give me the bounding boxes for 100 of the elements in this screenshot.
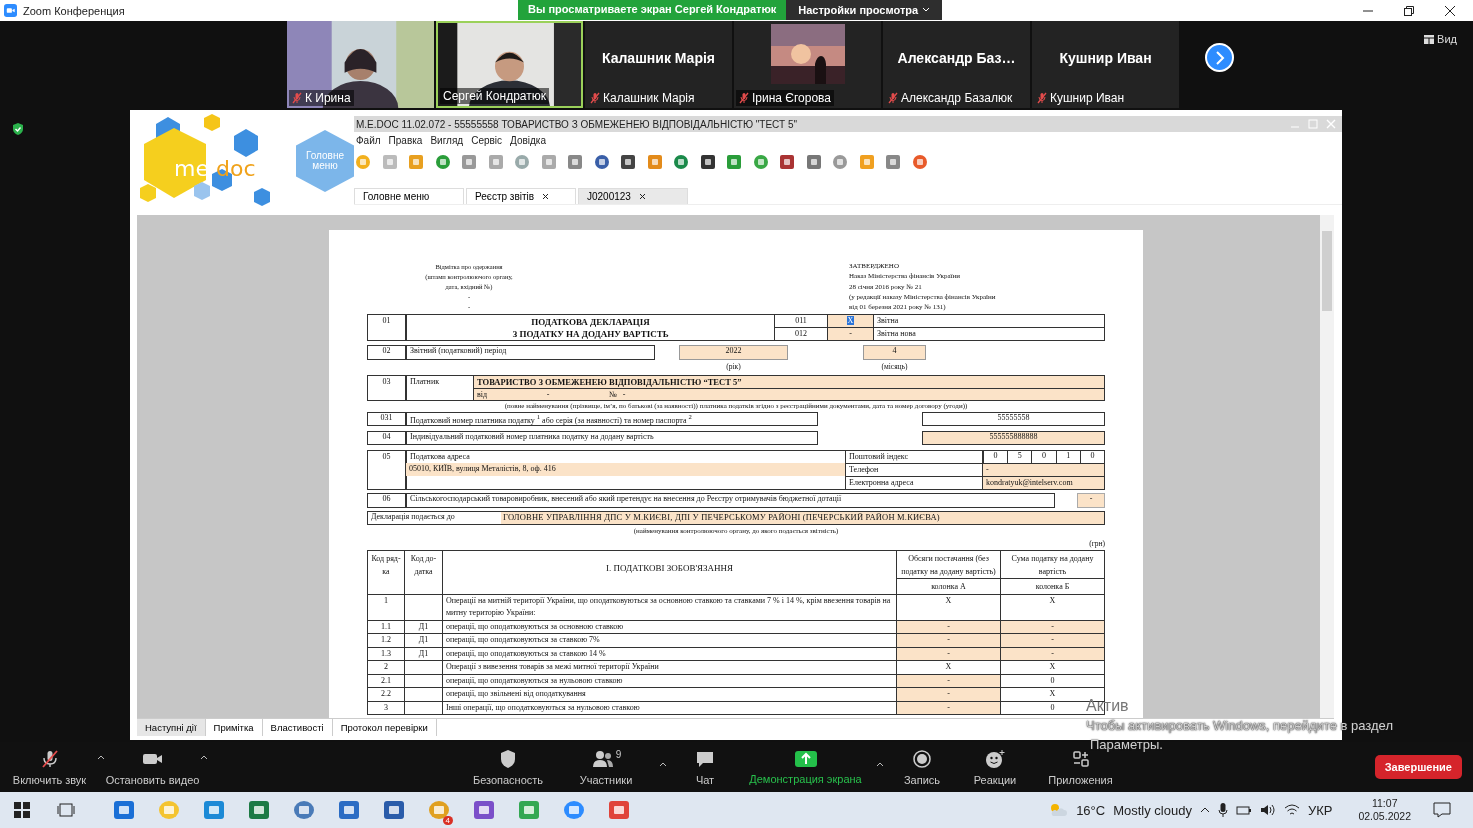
stop-video-button[interactable]: Остановить видео	[105, 748, 200, 786]
type-field[interactable]: -	[827, 327, 874, 341]
app-icon[interactable]	[201, 798, 226, 822]
app-icon[interactable]	[111, 798, 136, 822]
type-label: Звітна нова	[873, 327, 1105, 341]
field-label: Поштовий індекс	[845, 450, 983, 464]
app-icon[interactable]	[246, 798, 271, 822]
tool-icon[interactable]	[698, 152, 717, 171]
caret-up-icon[interactable]	[200, 754, 208, 760]
blank-field[interactable]	[406, 476, 846, 490]
app-icon[interactable]	[606, 798, 631, 822]
shield-icon[interactable]	[11, 122, 25, 136]
scrollbar[interactable]	[1320, 215, 1334, 718]
app-icon[interactable]	[381, 798, 406, 822]
participant-tile[interactable]: Ірина Єгорова	[734, 21, 881, 108]
tool-icon[interactable]	[778, 152, 796, 171]
end-meeting-button[interactable]: Завершение	[1374, 755, 1462, 779]
close-icon[interactable]	[542, 193, 550, 200]
participants-button[interactable]: 9 Участники	[561, 748, 651, 786]
table-cell: операції, що звільнені від оподаткування	[443, 688, 897, 702]
field-label: Індивідуальний податковий номер платника податку на додану вартість	[406, 431, 818, 445]
tool-icon[interactable]	[619, 152, 637, 171]
column-header: Сума податку на додану вартість	[1001, 551, 1105, 579]
app-icon[interactable]	[336, 798, 361, 822]
caret-up-icon[interactable]	[97, 754, 105, 760]
app-icon[interactable]	[471, 798, 496, 822]
table-cell[interactable]: -	[1001, 634, 1105, 648]
agri-field[interactable]: -	[1077, 493, 1105, 508]
participant-tile[interactable]: Калашник Марія Калашник Марія	[585, 21, 732, 108]
speaker-icon[interactable]	[1259, 803, 1276, 817]
table-cell: 1.1	[368, 620, 405, 634]
zoom-logo-icon	[4, 4, 17, 17]
row-code: 06	[367, 493, 406, 508]
caret-up-icon[interactable]	[876, 760, 884, 767]
clock-time[interactable]: 11:07	[1371, 797, 1398, 810]
row-code: 03	[367, 375, 406, 401]
app-icon[interactable]	[516, 798, 541, 822]
shield-icon	[499, 748, 517, 769]
phone-field[interactable]: -	[982, 463, 1105, 477]
start-icon[interactable]	[13, 801, 31, 819]
email-field[interactable]: kondratyuk@intelserv.com	[982, 476, 1105, 490]
participant-tile[interactable]: Александр Баз… Александр Базалюк	[883, 21, 1030, 108]
menu-item[interactable]: Вигляд	[430, 135, 464, 146]
table-cell: Операції з вивезення товарів за межі митної території України	[443, 661, 897, 675]
caret-up-icon[interactable]	[1199, 806, 1210, 814]
wifi-icon[interactable]	[1283, 803, 1300, 817]
app-icon[interactable]	[291, 798, 316, 822]
notification-icon[interactable]	[1433, 802, 1451, 818]
row-code: 031	[367, 412, 406, 426]
app-icon[interactable]	[561, 798, 586, 822]
number-field[interactable]: 555555888888	[922, 431, 1105, 445]
participant-tile[interactable]: Кушнир Иван Кушнир Иван	[1032, 21, 1179, 108]
view-button[interactable]: Вид	[1418, 32, 1463, 46]
close-icon[interactable]	[1444, 4, 1456, 17]
view-options-button[interactable]: Настройки просмотра	[786, 0, 943, 20]
table-cell: операції, що оподатковуються за ставкою 7%	[443, 634, 897, 648]
document-tab[interactable]: Головне меню	[354, 188, 464, 204]
app-icon[interactable]	[426, 798, 451, 822]
task-view-icon[interactable]	[57, 801, 75, 819]
unmute-button[interactable]: Включить звук	[2, 748, 97, 786]
share-screen-button[interactable]: Демонстрация экрана	[743, 749, 868, 785]
record-button[interactable]: Запись	[892, 748, 952, 786]
chat-button[interactable]: Чат	[675, 748, 735, 786]
menu-item[interactable]: Файл	[356, 135, 381, 146]
payer-name-field[interactable]: ТОВАРИСТВО З ОБМЕЖЕНЕЮ ВІДПОВІДАЛЬНІСТЮ “ТЕСТ 5”	[473, 375, 1105, 389]
table-cell[interactable]: -	[897, 688, 1001, 702]
language-indicator[interactable]: УКР	[1307, 802, 1333, 818]
close-icon[interactable]	[638, 193, 646, 200]
participant-name: Александр Базалюк	[901, 91, 1013, 105]
security-button[interactable]: Безопасность	[463, 748, 553, 786]
menu-item[interactable]: Довідка	[510, 135, 547, 146]
month-field[interactable]: 4	[863, 345, 926, 360]
battery-icon[interactable]	[1235, 804, 1252, 816]
menu-item[interactable]: Правка	[388, 135, 423, 146]
document-tab[interactable]: Реєстр звітів	[466, 188, 576, 204]
participant-tile[interactable]: К Ирина	[287, 21, 434, 108]
menu-item[interactable]: Сервіс	[471, 135, 503, 146]
table-cell: X	[1001, 661, 1105, 675]
caret-icon	[922, 7, 931, 13]
address-field[interactable]: 05010, КИЇВ, вулиця Металістів, 8, оф. 416	[406, 463, 845, 476]
next-page-button[interactable]	[1205, 43, 1234, 72]
type-field[interactable]: X	[827, 314, 874, 328]
table-cell: X	[897, 661, 1001, 675]
restore-icon[interactable]	[1403, 4, 1415, 17]
caret-up-icon[interactable]	[659, 760, 667, 767]
clock-date[interactable]: 02.05.2022	[1358, 810, 1411, 823]
document-tab[interactable]: J0200123	[578, 188, 688, 204]
table-cell[interactable]: -	[897, 634, 1001, 648]
window-title: Zoom Конференция	[23, 4, 125, 17]
reactions-button[interactable]: Реакции	[960, 748, 1030, 786]
number-field[interactable]: 55555558	[922, 412, 1105, 426]
year-field[interactable]: 2022	[679, 345, 788, 360]
participant-tile[interactable]: Сергей Кондратюк	[436, 21, 583, 108]
panel-tab[interactable]: Наступні дії	[137, 719, 206, 736]
participant-name: Кушнир Иван	[1050, 91, 1125, 105]
table-cell: Д1	[405, 634, 443, 648]
section-title: І. ПОДАТКОВІ ЗОБОВ'ЯЗАННЯ	[443, 551, 897, 595]
type-label: Звітна	[873, 314, 1105, 328]
microphone-icon[interactable]	[1217, 802, 1228, 818]
declaration-title: ПОДАТКОВА ДЕКЛАРАЦІЯ	[531, 316, 650, 328]
